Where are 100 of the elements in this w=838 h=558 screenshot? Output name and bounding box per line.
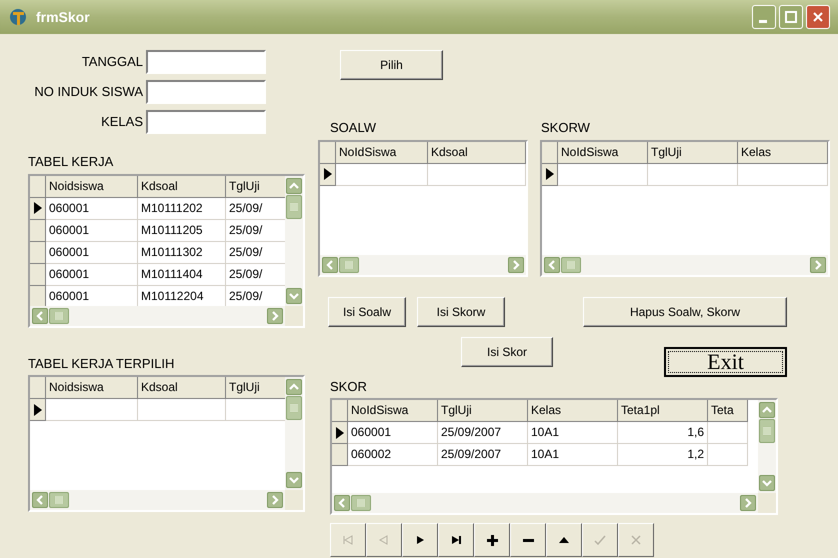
scroll-right-button[interactable] xyxy=(508,256,524,272)
table-header-cell[interactable]: Noidsiswa xyxy=(46,377,138,399)
scroll-right-button[interactable] xyxy=(810,256,826,272)
navigator-button[interactable] xyxy=(474,523,510,557)
table-header-cell[interactable]: Kelas xyxy=(528,400,618,422)
scroll-left-button[interactable] xyxy=(334,495,350,511)
table-title: TABEL KERJA xyxy=(28,153,114,171)
horizontal-scrollbar[interactable] xyxy=(30,306,285,326)
grip-icon xyxy=(357,499,365,507)
minimize-button[interactable] xyxy=(752,5,776,29)
table-header-cell[interactable]: TglUji xyxy=(438,400,528,422)
navigator-button[interactable] xyxy=(402,523,438,557)
vertical-scrollbar[interactable] xyxy=(285,176,303,306)
table-header-cell[interactable]: TglUji xyxy=(226,176,285,198)
window-title: frmSkor xyxy=(36,8,90,26)
scroll-right-button[interactable] xyxy=(267,308,283,324)
table-header-cell[interactable]: TglUji xyxy=(648,142,738,164)
input-field[interactable] xyxy=(146,50,266,74)
scroll-thumb[interactable] xyxy=(561,256,581,272)
table-header-cell[interactable]: Kelas xyxy=(738,142,828,164)
table-header-cell[interactable]: Kdsoal xyxy=(428,142,526,164)
scroll-down-button[interactable] xyxy=(286,288,302,304)
table-header-cell[interactable]: Teta xyxy=(708,400,748,422)
close-icon xyxy=(812,11,824,23)
scroll-left-button[interactable] xyxy=(544,256,560,272)
scroll-thumb[interactable] xyxy=(286,194,302,218)
table-cell: M10111302 xyxy=(138,242,226,264)
grip-icon xyxy=(567,260,575,268)
table-cell: 060001 xyxy=(46,198,138,220)
vertical-scrollbar[interactable] xyxy=(758,400,776,493)
table-title: TABEL KERJA TERPILIH xyxy=(28,354,176,372)
navigator-button[interactable] xyxy=(546,523,582,557)
scroll-right-button[interactable] xyxy=(740,495,756,511)
scroll-thumb[interactable] xyxy=(49,308,69,324)
scroll-thumb[interactable] xyxy=(339,256,359,272)
scroll-left-button[interactable] xyxy=(32,492,48,508)
scroll-down-button[interactable] xyxy=(286,472,302,488)
table-cell: M10111205 xyxy=(138,220,226,242)
table-header-cell[interactable]: NoIdSiswa xyxy=(558,142,648,164)
scroll-down-button[interactable] xyxy=(759,475,775,491)
table-cell: 1,6 xyxy=(618,422,708,444)
grip-icon xyxy=(290,404,298,412)
navigator-button[interactable] xyxy=(510,523,546,557)
scroll-right-button[interactable] xyxy=(267,492,283,508)
current-row-icon xyxy=(34,404,42,416)
action-button[interactable]: Isi Skor xyxy=(461,336,553,366)
table-header-cell[interactable]: NoIdSiswa xyxy=(348,400,438,422)
action-button[interactable]: Isi Soalw xyxy=(328,296,406,326)
scroll-up-button[interactable] xyxy=(759,402,775,418)
table-header-cell[interactable]: NoIdSiswa xyxy=(336,142,428,164)
scroll-left-button[interactable] xyxy=(32,308,48,324)
navigator-button[interactable] xyxy=(438,523,474,557)
scroll-up-button[interactable] xyxy=(286,178,302,194)
field-label: NO INDUK SISWA xyxy=(33,83,144,102)
table-header-cell[interactable]: Teta1pl xyxy=(618,400,708,422)
scroll-thumb[interactable] xyxy=(49,492,69,508)
table-header-cell[interactable]: Kdsoal xyxy=(138,176,226,198)
table-title: SKOR xyxy=(330,378,368,396)
horizontal-scrollbar[interactable] xyxy=(542,254,828,274)
scroll-up-button[interactable] xyxy=(286,379,302,395)
scroll-thumb[interactable] xyxy=(759,419,775,443)
table-cell: M10111202 xyxy=(138,198,226,220)
table-cell xyxy=(708,444,748,466)
table-cell: 060001 xyxy=(46,242,138,264)
input-field[interactable] xyxy=(146,80,266,104)
table-cell: 25/09/2007 xyxy=(438,422,528,444)
table-cell: 1,2 xyxy=(618,444,708,466)
scrollbar-corner xyxy=(758,493,776,513)
horizontal-scrollbar[interactable] xyxy=(30,490,285,510)
field-label: TANGGAL xyxy=(80,53,144,72)
action-button[interactable]: Hapus Soalw, Skorw xyxy=(583,296,787,326)
horizontal-scrollbar[interactable] xyxy=(320,254,526,274)
scroll-thumb[interactable] xyxy=(286,396,302,420)
table-cell: M10111404 xyxy=(138,264,226,286)
vertical-scrollbar[interactable] xyxy=(285,377,303,490)
current-row-icon xyxy=(324,168,332,180)
checkmark-icon xyxy=(593,533,607,547)
table-cell: 060002 xyxy=(348,444,438,466)
maximize-icon xyxy=(785,11,797,23)
table-cell: 25/09/2007 xyxy=(438,444,528,466)
current-row-icon xyxy=(546,168,554,180)
table-cell: 10A1 xyxy=(528,422,618,444)
table-cell: 060001 xyxy=(46,264,138,286)
table-header-cell[interactable]: Kdsoal xyxy=(138,377,226,399)
action-button[interactable]: Pilih xyxy=(340,50,443,80)
table-header-cell[interactable]: Noidsiswa xyxy=(46,176,138,198)
cross-icon xyxy=(629,533,643,547)
grip-icon xyxy=(763,427,771,435)
scroll-thumb[interactable] xyxy=(351,495,371,511)
grip-icon xyxy=(55,312,63,320)
grip-icon xyxy=(345,260,353,268)
scrollbar-corner xyxy=(285,490,303,510)
exit-button[interactable]: Exit xyxy=(664,346,787,376)
scroll-left-button[interactable] xyxy=(322,256,338,272)
action-button[interactable]: Isi Skorw xyxy=(417,296,505,326)
table-header-cell[interactable]: TglUji xyxy=(226,377,285,399)
maximize-button[interactable] xyxy=(779,5,803,29)
horizontal-scrollbar[interactable] xyxy=(332,493,758,513)
input-field[interactable] xyxy=(146,110,266,134)
close-button[interactable] xyxy=(806,5,830,29)
